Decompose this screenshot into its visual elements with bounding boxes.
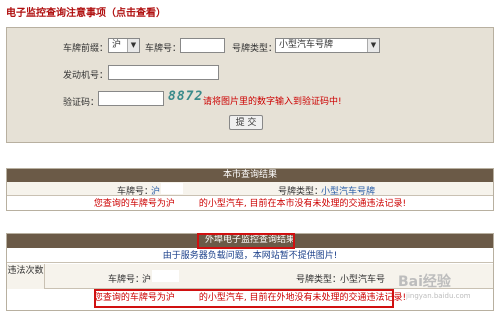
out-result-notice: 由于服务器负载问题，本网站暂不提供图片! (7, 249, 493, 263)
violations-column-header: 违法次数 (7, 264, 45, 289)
engine-number-label: 发动机号： (63, 71, 109, 81)
local-type-label: 号牌类型： (278, 187, 324, 197)
plate-prefix-select[interactable]: 沪 ▼ (108, 38, 140, 53)
engine-number-input[interactable] (108, 65, 219, 80)
plate-number-input[interactable] (180, 38, 225, 53)
watermark: Bai经验 jingyan.baidu.com (398, 271, 494, 311)
local-result-row (7, 182, 493, 196)
submit-button[interactable]: 提 交 (229, 115, 263, 130)
out-type-value: 小型汽车号 (340, 275, 386, 285)
out-type-label: 号牌类型： (296, 275, 342, 285)
local-plate-label: 车牌号： (117, 187, 154, 197)
baidu-logo-icon: Bai经验 (398, 274, 451, 290)
chevron-down-icon: ▼ (367, 39, 379, 52)
plate-prefix-label: 车牌前缀： (63, 44, 109, 54)
out-plate-label: 车牌号： (108, 275, 145, 285)
local-result-message: 您查询的车牌号为沪 的小型汽车, 目前在本市没有未处理的交通违法记录! (7, 197, 493, 210)
plate-type-select[interactable]: 小型汽车号牌 ▼ (275, 38, 380, 53)
plate-type-value: 小型汽车号牌 (279, 40, 334, 50)
query-notice-link[interactable]: 电子监控查询注意事项（点击查看） (6, 4, 166, 19)
captcha-label: 验证码： (63, 98, 100, 108)
captcha-input[interactable] (98, 91, 164, 106)
local-result-header: 本市查询结果 (7, 169, 493, 182)
watermark-url: jingyan.baidu.com (406, 292, 471, 300)
local-plate-value: 沪 (151, 187, 161, 197)
out-plate-value: 沪 (142, 275, 152, 285)
local-message-part2: 的小型汽车, 目前在本市没有未处理的交通违法记录! (198, 199, 407, 209)
highlight-box (94, 289, 394, 308)
local-message-part1: 您查询的车牌号为沪 (93, 199, 175, 209)
plate-prefix-value: 沪 (112, 40, 122, 50)
redacted-plate (174, 197, 199, 206)
redacted-plate (161, 183, 183, 194)
captcha-hint: 请将图片里的数字输入到验证码中! (203, 97, 342, 107)
plate-number-label: 车牌号： (145, 44, 182, 54)
highlight-box (197, 233, 295, 249)
redacted-plate (152, 270, 179, 282)
captcha-image[interactable]: 8872 (168, 89, 203, 104)
local-type-value: 小型汽车号牌 (321, 187, 376, 197)
chevron-down-icon: ▼ (127, 39, 139, 52)
plate-type-label: 号牌类型： (232, 44, 278, 54)
